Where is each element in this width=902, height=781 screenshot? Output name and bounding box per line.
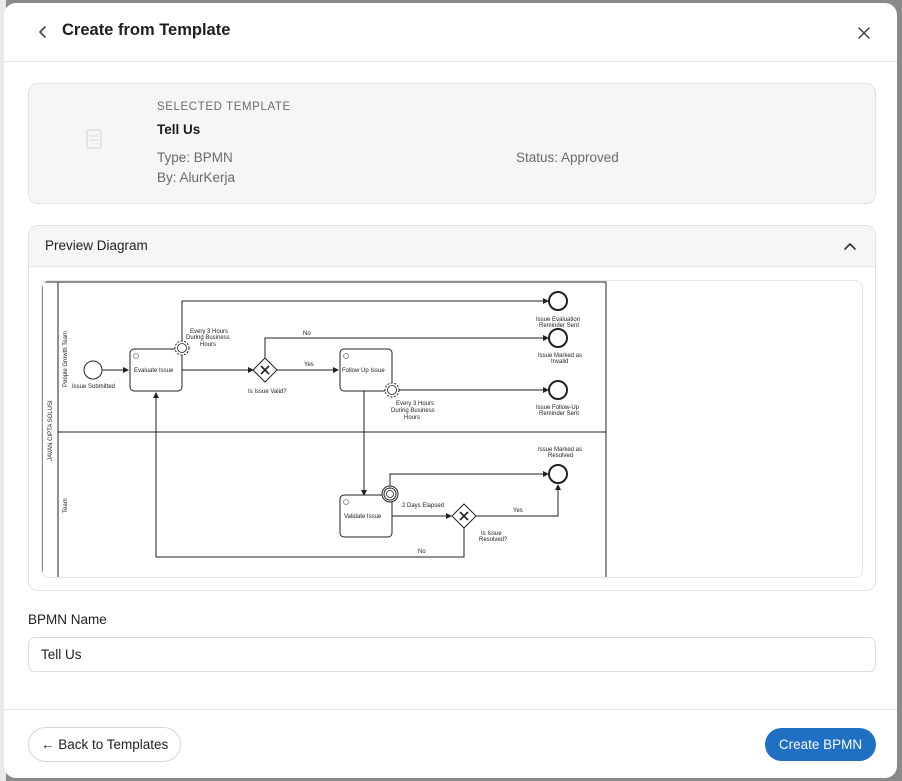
flow-yes-2: Yes xyxy=(513,508,523,514)
preview-diagram-panel: Preview Diagram JAVAN CIPTA SOLUSI Peopl… xyxy=(28,225,876,591)
task-follow-up-label: Follow Up Issue xyxy=(342,368,385,374)
selected-template-label: SELECTED TEMPLATE xyxy=(157,101,291,113)
task-validate-label: Validate Issue xyxy=(344,514,382,520)
end-event-evaluation-reminder xyxy=(548,291,568,311)
preview-diagram-title: Preview Diagram xyxy=(45,238,148,253)
flow-yes-1: Yes xyxy=(304,362,314,368)
template-author: By: AlurKerja xyxy=(157,170,236,185)
svg-text:Hours: Hours xyxy=(200,342,216,348)
template-type: Type: BPMN xyxy=(157,150,233,165)
start-event-label: Issue Submitted xyxy=(72,384,115,390)
end-event-marked-invalid xyxy=(548,328,568,348)
selected-template-card: SELECTED TEMPLATE Tell Us Type: BPMN By:… xyxy=(28,83,876,204)
lane-label-people-growth: People Growth Team xyxy=(63,331,69,387)
svg-text:During Business: During Business xyxy=(186,335,230,341)
modal-title: Create from Template xyxy=(62,21,231,39)
svg-text:Resolved?: Resolved? xyxy=(479,537,508,543)
pool-frame xyxy=(42,281,607,577)
timer2-label: Every 3 Hours xyxy=(396,401,434,407)
template-name: Tell Us xyxy=(157,122,201,137)
svg-text:Reminder Sent: Reminder Sent xyxy=(539,411,579,417)
bpmn-diagram-preview: JAVAN CIPTA SOLUSI People Growth Team Te… xyxy=(41,280,863,578)
end-event-followup-reminder xyxy=(548,380,568,400)
task-evaluate-label: Evaluate Issue xyxy=(134,368,174,374)
flow-no-2: No xyxy=(418,549,426,555)
modal-footer: ← Back to Templates Create BPMN xyxy=(4,709,897,778)
bpmn-name-input[interactable] xyxy=(28,637,876,672)
svg-text:Invalid: Invalid xyxy=(551,359,568,365)
chevron-up-icon[interactable] xyxy=(841,237,859,255)
back-to-templates-button[interactable]: ← Back to Templates xyxy=(28,727,182,762)
timer3-label: 2 Days Elapsed xyxy=(402,503,444,509)
template-icon xyxy=(83,128,105,150)
template-status: Status: Approved xyxy=(516,150,619,165)
close-icon[interactable] xyxy=(853,22,875,44)
start-event xyxy=(83,360,103,380)
lane-label-team: Team xyxy=(63,498,69,513)
pool-label: JAVAN CIPTA SOLUSI xyxy=(48,400,54,461)
svg-text:Hours: Hours xyxy=(404,415,420,421)
bpmn-name-label: BPMN Name xyxy=(28,612,107,627)
create-from-template-modal: Create from Template SELECTED TEMPLATE T… xyxy=(4,3,897,778)
preview-diagram-header[interactable]: Preview Diagram xyxy=(29,226,875,267)
create-bpmn-button[interactable]: Create BPMN xyxy=(765,728,876,761)
modal-header: Create from Template xyxy=(4,3,897,62)
bpmn-diagram: JAVAN CIPTA SOLUSI People Growth Team Te… xyxy=(42,281,607,577)
end-event-marked-resolved xyxy=(548,464,568,484)
chevron-left-icon[interactable] xyxy=(32,21,54,43)
svg-text:Resolved: Resolved xyxy=(548,453,573,459)
svg-text:During Business: During Business xyxy=(391,408,435,414)
flow-no-1: No xyxy=(303,331,311,337)
gateway1-label: Is Issue Valid? xyxy=(248,389,287,395)
